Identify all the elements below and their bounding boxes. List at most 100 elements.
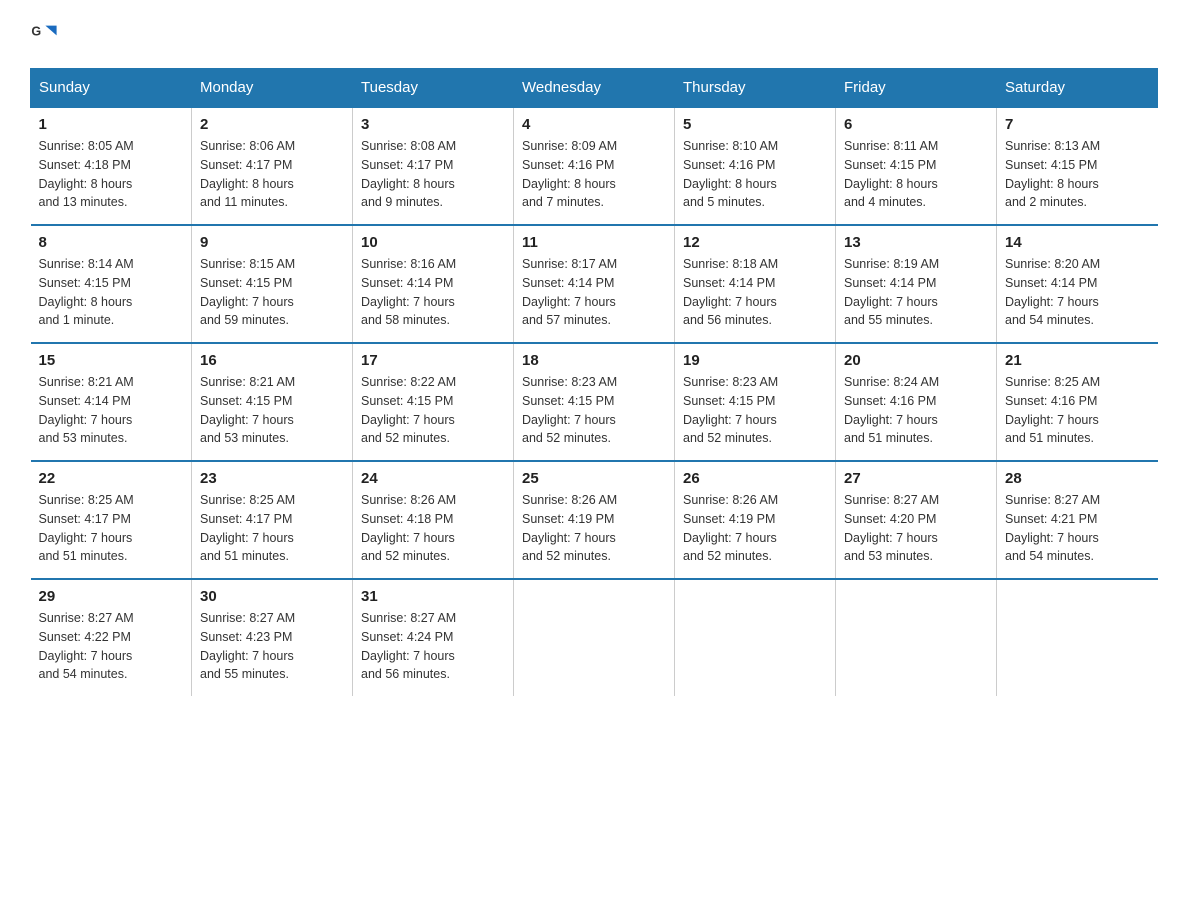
day-number: 21 — [1005, 352, 1150, 369]
calendar-cell: 5 Sunrise: 8:10 AM Sunset: 4:16 PM Daylig… — [675, 107, 836, 225]
day-info: Sunrise: 8:27 AM Sunset: 4:24 PM Dayligh… — [361, 609, 505, 684]
day-info: Sunrise: 8:24 AM Sunset: 4:16 PM Dayligh… — [844, 373, 988, 448]
day-number: 17 — [361, 352, 505, 369]
day-number: 24 — [361, 470, 505, 487]
day-info: Sunrise: 8:23 AM Sunset: 4:15 PM Dayligh… — [522, 373, 666, 448]
calendar-body: 1Sunrise: 8:05 AM Sunset: 4:18 PM Daylig… — [31, 107, 1158, 696]
day-info: Sunrise: 8:23 AM Sunset: 4:15 PM Dayligh… — [683, 373, 827, 448]
calendar-cell — [836, 579, 997, 696]
day-number: 27 — [844, 470, 988, 487]
day-info: Sunrise: 8:27 AM Sunset: 4:23 PM Dayligh… — [200, 609, 344, 684]
day-info: Sunrise: 8:05 AM Sunset: 4:18 PM Dayligh… — [39, 137, 184, 212]
calendar-cell: 9 Sunrise: 8:15 AM Sunset: 4:15 PM Daylig… — [192, 225, 353, 343]
header-day-friday: Friday — [836, 69, 997, 108]
week-row-3: 15 Sunrise: 8:21 AM Sunset: 4:14 PM Dayli… — [31, 343, 1158, 461]
calendar-cell: 7 Sunrise: 8:13 AM Sunset: 4:15 PM Daylig… — [997, 107, 1158, 225]
day-info: Sunrise: 8:22 AM Sunset: 4:15 PM Dayligh… — [361, 373, 505, 448]
day-number: 29 — [39, 588, 184, 605]
calendar-cell: 25 Sunrise: 8:26 AM Sunset: 4:19 PM Dayli… — [514, 461, 675, 579]
day-info: Sunrise: 8:27 AM Sunset: 4:20 PM Dayligh… — [844, 491, 988, 566]
calendar-cell: 10 Sunrise: 8:16 AM Sunset: 4:14 PM Dayli… — [353, 225, 514, 343]
week-row-4: 22 Sunrise: 8:25 AM Sunset: 4:17 PM Dayli… — [31, 461, 1158, 579]
calendar-cell: 27 Sunrise: 8:27 AM Sunset: 4:20 PM Dayli… — [836, 461, 997, 579]
day-info: Sunrise: 8:15 AM Sunset: 4:15 PM Dayligh… — [200, 255, 344, 330]
calendar-cell: 11 Sunrise: 8:17 AM Sunset: 4:14 PM Dayli… — [514, 225, 675, 343]
day-number: 10 — [361, 234, 505, 251]
header-day-thursday: Thursday — [675, 69, 836, 108]
day-info: Sunrise: 8:26 AM Sunset: 4:19 PM Dayligh… — [683, 491, 827, 566]
calendar-cell: 15 Sunrise: 8:21 AM Sunset: 4:14 PM Dayli… — [31, 343, 192, 461]
calendar-cell: 12 Sunrise: 8:18 AM Sunset: 4:14 PM Dayli… — [675, 225, 836, 343]
day-info: Sunrise: 8:18 AM Sunset: 4:14 PM Dayligh… — [683, 255, 827, 330]
day-info: Sunrise: 8:11 AM Sunset: 4:15 PM Dayligh… — [844, 137, 988, 212]
day-number: 6 — [844, 116, 988, 133]
calendar-header: SundayMondayTuesdayWednesdayThursdayFrid… — [31, 69, 1158, 108]
header-day-sunday: Sunday — [31, 69, 192, 108]
day-number: 26 — [683, 470, 827, 487]
calendar-cell: 14 Sunrise: 8:20 AM Sunset: 4:14 PM Dayli… — [997, 225, 1158, 343]
day-number: 22 — [39, 470, 184, 487]
day-number: 19 — [683, 352, 827, 369]
week-row-2: 8 Sunrise: 8:14 AM Sunset: 4:15 PM Daylig… — [31, 225, 1158, 343]
day-number: 15 — [39, 352, 184, 369]
calendar-cell: 22 Sunrise: 8:25 AM Sunset: 4:17 PM Dayli… — [31, 461, 192, 579]
day-number: 14 — [1005, 234, 1150, 251]
day-info: Sunrise: 8:06 AM Sunset: 4:17 PM Dayligh… — [200, 137, 344, 212]
day-info: Sunrise: 8:14 AM Sunset: 4:15 PM Dayligh… — [39, 255, 184, 330]
day-info: Sunrise: 8:19 AM Sunset: 4:14 PM Dayligh… — [844, 255, 988, 330]
calendar-cell: 20 Sunrise: 8:24 AM Sunset: 4:16 PM Dayli… — [836, 343, 997, 461]
calendar-cell: 19 Sunrise: 8:23 AM Sunset: 4:15 PM Dayli… — [675, 343, 836, 461]
day-info: Sunrise: 8:25 AM Sunset: 4:17 PM Dayligh… — [200, 491, 344, 566]
day-number: 16 — [200, 352, 344, 369]
day-info: Sunrise: 8:21 AM Sunset: 4:14 PM Dayligh… — [39, 373, 184, 448]
day-number: 20 — [844, 352, 988, 369]
calendar-cell: 23 Sunrise: 8:25 AM Sunset: 4:17 PM Dayli… — [192, 461, 353, 579]
calendar-cell: 24Sunrise: 8:26 AM Sunset: 4:18 PM Dayli… — [353, 461, 514, 579]
header-row: SundayMondayTuesdayWednesdayThursdayFrid… — [31, 69, 1158, 108]
day-number: 25 — [522, 470, 666, 487]
day-info: Sunrise: 8:17 AM Sunset: 4:14 PM Dayligh… — [522, 255, 666, 330]
calendar-cell — [675, 579, 836, 696]
day-number: 3 — [361, 116, 505, 133]
day-number: 9 — [200, 234, 344, 251]
header-day-tuesday: Tuesday — [353, 69, 514, 108]
day-info: Sunrise: 8:27 AM Sunset: 4:21 PM Dayligh… — [1005, 491, 1150, 566]
day-number: 8 — [39, 234, 184, 251]
header-day-saturday: Saturday — [997, 69, 1158, 108]
calendar-cell: 3Sunrise: 8:08 AM Sunset: 4:17 PM Daylig… — [353, 107, 514, 225]
day-info: Sunrise: 8:25 AM Sunset: 4:17 PM Dayligh… — [39, 491, 184, 566]
day-number: 12 — [683, 234, 827, 251]
day-info: Sunrise: 8:25 AM Sunset: 4:16 PM Dayligh… — [1005, 373, 1150, 448]
calendar-cell: 18Sunrise: 8:23 AM Sunset: 4:15 PM Dayli… — [514, 343, 675, 461]
calendar-cell — [997, 579, 1158, 696]
calendar-cell: 21 Sunrise: 8:25 AM Sunset: 4:16 PM Dayli… — [997, 343, 1158, 461]
svg-text:G: G — [31, 24, 41, 38]
calendar-cell: 8 Sunrise: 8:14 AM Sunset: 4:15 PM Daylig… — [31, 225, 192, 343]
day-info: Sunrise: 8:10 AM Sunset: 4:16 PM Dayligh… — [683, 137, 827, 212]
day-number: 5 — [683, 116, 827, 133]
day-number: 23 — [200, 470, 344, 487]
day-info: Sunrise: 8:09 AM Sunset: 4:16 PM Dayligh… — [522, 137, 666, 212]
calendar-cell: 26 Sunrise: 8:26 AM Sunset: 4:19 PM Dayli… — [675, 461, 836, 579]
day-number: 2 — [200, 116, 344, 133]
calendar-cell: 28 Sunrise: 8:27 AM Sunset: 4:21 PM Dayli… — [997, 461, 1158, 579]
day-info: Sunrise: 8:16 AM Sunset: 4:14 PM Dayligh… — [361, 255, 505, 330]
logo: G — [30, 20, 60, 48]
header-day-wednesday: Wednesday — [514, 69, 675, 108]
calendar-cell: 1Sunrise: 8:05 AM Sunset: 4:18 PM Daylig… — [31, 107, 192, 225]
header-day-monday: Monday — [192, 69, 353, 108]
day-number: 7 — [1005, 116, 1150, 133]
calendar-cell: 30 Sunrise: 8:27 AM Sunset: 4:23 PM Dayli… — [192, 579, 353, 696]
day-number: 30 — [200, 588, 344, 605]
day-info: Sunrise: 8:26 AM Sunset: 4:19 PM Dayligh… — [522, 491, 666, 566]
day-info: Sunrise: 8:21 AM Sunset: 4:15 PM Dayligh… — [200, 373, 344, 448]
logo-icon: G — [30, 20, 58, 48]
calendar-table: SundayMondayTuesdayWednesdayThursdayFrid… — [30, 68, 1158, 696]
day-number: 11 — [522, 234, 666, 251]
day-info: Sunrise: 8:20 AM Sunset: 4:14 PM Dayligh… — [1005, 255, 1150, 330]
day-number: 28 — [1005, 470, 1150, 487]
calendar-cell: 2 Sunrise: 8:06 AM Sunset: 4:17 PM Daylig… — [192, 107, 353, 225]
day-info: Sunrise: 8:13 AM Sunset: 4:15 PM Dayligh… — [1005, 137, 1150, 212]
calendar-cell: 31Sunrise: 8:27 AM Sunset: 4:24 PM Dayli… — [353, 579, 514, 696]
day-number: 4 — [522, 116, 666, 133]
